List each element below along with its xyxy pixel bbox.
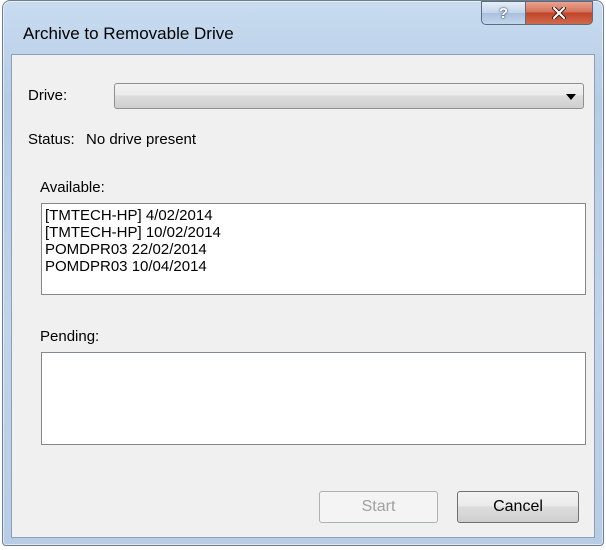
drive-label: Drive: <box>28 87 68 104</box>
status-value: No drive present <box>86 131 197 148</box>
close-button[interactable] <box>525 1 593 25</box>
list-item[interactable]: [TMTECH-HP] 4/02/2014 <box>42 207 585 224</box>
available-list[interactable]: [TMTECH-HP] 4/02/2014 [TMTECH-HP] 10/02/… <box>41 203 586 295</box>
list-item[interactable]: POMDPR03 22/02/2014 <box>42 241 585 258</box>
drive-dropdown[interactable] <box>114 83 584 109</box>
status-label: Status: <box>28 131 75 148</box>
available-label: Available: <box>40 179 105 196</box>
pending-list[interactable] <box>41 352 586 445</box>
caption-buttons: ? <box>481 1 593 25</box>
help-icon: ? <box>498 4 509 22</box>
chevron-down-icon <box>566 94 576 100</box>
dialog-content: Drive: Status: No drive present Availabl… <box>11 54 595 538</box>
cancel-button[interactable]: Cancel <box>457 491 579 523</box>
close-icon <box>552 7 566 19</box>
list-item[interactable]: POMDPR03 10/04/2014 <box>42 258 585 275</box>
pending-label: Pending: <box>40 328 100 345</box>
start-button[interactable]: Start <box>319 491 438 523</box>
dialog-window: Archive to Removable Drive ? Drive: Stat… <box>2 0 604 546</box>
window-title: Archive to Removable Drive <box>23 24 234 43</box>
list-item[interactable]: [TMTECH-HP] 10/02/2014 <box>42 224 585 241</box>
title-bar[interactable]: Archive to Removable Drive ? <box>3 1 603 53</box>
help-button[interactable]: ? <box>481 1 525 25</box>
